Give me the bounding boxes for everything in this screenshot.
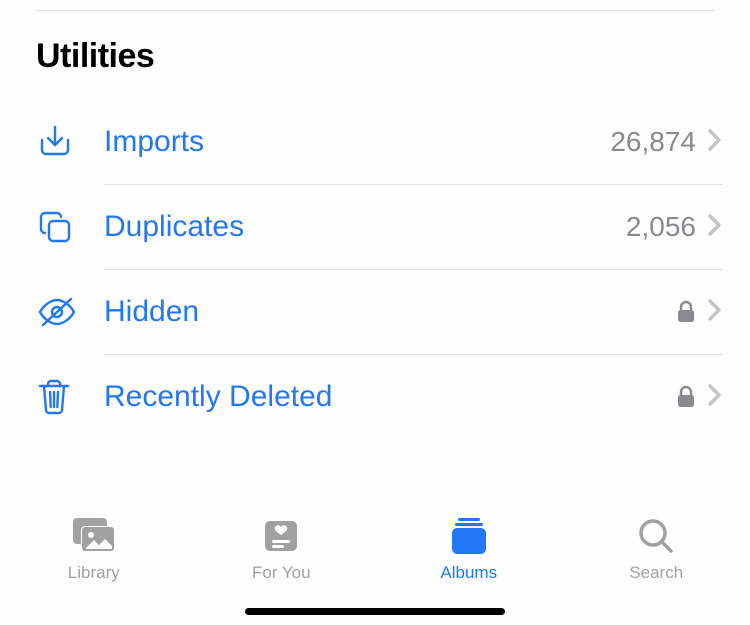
tab-label: Search: [629, 563, 683, 583]
row-trailing: 26,874: [610, 126, 750, 158]
for-you-icon: [261, 515, 301, 557]
row-trailing: 2,056: [626, 211, 750, 243]
chevron-right-icon: [706, 382, 722, 413]
search-icon: [636, 515, 676, 557]
row-label: Duplicates: [80, 210, 626, 244]
row-recently-deleted[interactable]: Recently Deleted: [36, 355, 750, 439]
import-icon: [36, 123, 80, 161]
tab-label: Albums: [440, 563, 497, 583]
row-hidden[interactable]: Hidden: [36, 270, 750, 354]
row-imports[interactable]: Imports 26,874: [36, 100, 750, 184]
tab-library[interactable]: Library: [14, 515, 174, 583]
row-label: Recently Deleted: [80, 380, 676, 414]
hidden-icon: [36, 293, 80, 331]
tab-for-you[interactable]: For You: [201, 515, 361, 583]
row-count: 26,874: [610, 126, 696, 158]
row-label: Hidden: [80, 295, 676, 329]
row-label: Imports: [80, 125, 610, 159]
utilities-list: Imports 26,874 Duplicates 2,056: [0, 100, 750, 439]
row-trailing: [676, 297, 750, 328]
row-trailing: [676, 382, 750, 413]
chevron-right-icon: [706, 297, 722, 328]
library-icon: [69, 515, 119, 557]
tab-search[interactable]: Search: [576, 515, 736, 583]
home-indicator[interactable]: [245, 608, 505, 615]
trash-icon: [36, 377, 80, 417]
chevron-right-icon: [706, 212, 722, 243]
tab-label: For You: [252, 563, 311, 583]
tab-label: Library: [68, 563, 120, 583]
section-header-utilities: Utilities: [0, 11, 750, 100]
tab-bar: Library For You Albums: [0, 497, 750, 625]
lock-icon: [676, 300, 696, 324]
duplicates-icon: [36, 208, 80, 246]
albums-icon: [447, 515, 491, 557]
tab-albums[interactable]: Albums: [389, 515, 549, 583]
row-count: 2,056: [626, 211, 696, 243]
lock-icon: [676, 385, 696, 409]
row-duplicates[interactable]: Duplicates 2,056: [36, 185, 750, 269]
chevron-right-icon: [706, 127, 722, 158]
